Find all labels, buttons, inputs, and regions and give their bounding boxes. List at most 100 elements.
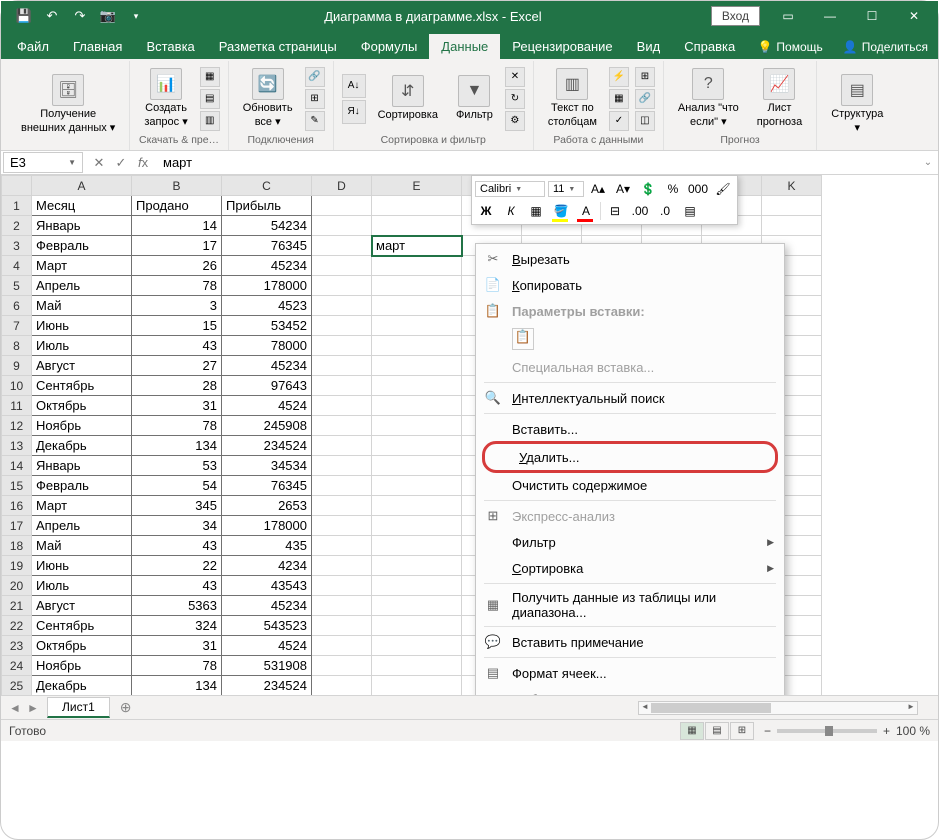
cell[interactable] <box>312 316 372 336</box>
forecast-sheet-button[interactable]: 📈Лист прогноза <box>751 66 808 130</box>
zoom-level[interactable]: 100 % <box>896 724 930 738</box>
cell[interactable]: Сентябрь <box>32 616 132 636</box>
cell[interactable] <box>312 656 372 676</box>
zoom-slider[interactable] <box>777 729 877 733</box>
row-header[interactable]: 2 <box>2 216 32 236</box>
cell[interactable] <box>312 196 372 216</box>
cell[interactable]: Август <box>32 596 132 616</box>
cell[interactable] <box>312 676 372 696</box>
show-queries-button[interactable]: ▦ <box>200 67 220 87</box>
cell[interactable]: Ноябрь <box>32 656 132 676</box>
row-header[interactable]: 22 <box>2 616 32 636</box>
row-header[interactable]: 23 <box>2 636 32 656</box>
ctx-copy[interactable]: 📄Копировать <box>478 272 782 298</box>
cell[interactable]: 45234 <box>222 596 312 616</box>
cell[interactable] <box>372 336 462 356</box>
cell[interactable]: Март <box>32 256 132 276</box>
cell[interactable]: 28 <box>132 376 222 396</box>
filter-button[interactable]: ▼Фильтр <box>450 73 499 124</box>
cell[interactable]: Октябрь <box>32 636 132 656</box>
cell[interactable]: Июнь <box>32 556 132 576</box>
cell[interactable]: 97643 <box>222 376 312 396</box>
cell[interactable] <box>372 216 462 236</box>
row-header[interactable]: 5 <box>2 276 32 296</box>
text-to-columns-button[interactable]: ▥Текст по столбцам <box>542 66 603 130</box>
cell[interactable]: 4234 <box>222 556 312 576</box>
cell[interactable]: Май <box>32 536 132 556</box>
cell[interactable] <box>312 496 372 516</box>
cell[interactable]: 345 <box>132 496 222 516</box>
comma-icon[interactable]: 000 <box>687 179 709 199</box>
cell[interactable]: Продано <box>132 196 222 216</box>
tab-insert[interactable]: Вставка <box>134 34 206 59</box>
cell[interactable]: 178000 <box>222 516 312 536</box>
tab-home[interactable]: Главная <box>61 34 134 59</box>
data-validation-button[interactable]: ✓ <box>609 111 629 131</box>
percent-icon[interactable]: % <box>662 179 684 199</box>
row-header[interactable]: 10 <box>2 376 32 396</box>
row-header[interactable]: 24 <box>2 656 32 676</box>
row-header[interactable]: 15 <box>2 476 32 496</box>
cell[interactable] <box>312 636 372 656</box>
cell[interactable] <box>312 576 372 596</box>
row-header[interactable]: 20 <box>2 576 32 596</box>
cell[interactable] <box>312 616 372 636</box>
cell[interactable]: Декабрь <box>32 436 132 456</box>
cell[interactable]: 531908 <box>222 656 312 676</box>
row-header[interactable]: 8 <box>2 336 32 356</box>
login-button[interactable]: Вход <box>711 6 760 26</box>
ctx-delete[interactable]: Удалить... <box>482 441 778 473</box>
cell[interactable]: 234524 <box>222 436 312 456</box>
cell[interactable]: Май <box>32 296 132 316</box>
row-header[interactable]: 18 <box>2 536 32 556</box>
row-header[interactable]: 12 <box>2 416 32 436</box>
cell[interactable] <box>372 196 462 216</box>
row-header[interactable]: 21 <box>2 596 32 616</box>
cell[interactable] <box>312 296 372 316</box>
cell[interactable] <box>312 436 372 456</box>
cell[interactable]: 4523 <box>222 296 312 316</box>
minimize-icon[interactable]: — <box>810 1 850 31</box>
remove-duplicates-button[interactable]: ▦ <box>609 89 629 109</box>
cell[interactable]: Август <box>32 356 132 376</box>
row-header[interactable]: 13 <box>2 436 32 456</box>
col-header[interactable]: E <box>372 176 462 196</box>
expand-formula-bar-icon[interactable]: ⌄ <box>918 157 938 168</box>
cell[interactable] <box>372 556 462 576</box>
flash-fill-button[interactable]: ⚡ <box>609 67 629 87</box>
cell[interactable]: 234524 <box>222 676 312 696</box>
cell[interactable]: 27 <box>132 356 222 376</box>
outline-button[interactable]: ▤Структура ▾ <box>825 72 889 136</box>
cell[interactable]: 26 <box>132 256 222 276</box>
redo-icon[interactable]: ↷ <box>67 3 93 29</box>
select-all-cell[interactable] <box>2 176 32 196</box>
increase-font-icon[interactable]: A▴ <box>587 179 609 199</box>
cell[interactable] <box>372 476 462 496</box>
cell[interactable] <box>372 456 462 476</box>
relationships-button[interactable]: 🔗 <box>635 89 655 109</box>
ctx-clear[interactable]: Очистить содержимое <box>478 472 782 498</box>
row-header[interactable]: 14 <box>2 456 32 476</box>
cell[interactable] <box>312 376 372 396</box>
col-header[interactable]: D <box>312 176 372 196</box>
horizontal-scrollbar[interactable]: ◄► <box>638 701 918 715</box>
cell[interactable]: 245908 <box>222 416 312 436</box>
cell[interactable]: 324 <box>132 616 222 636</box>
cell[interactable]: 435 <box>222 536 312 556</box>
cell[interactable] <box>312 536 372 556</box>
cell[interactable] <box>372 376 462 396</box>
cell[interactable] <box>372 436 462 456</box>
cell[interactable] <box>372 276 462 296</box>
cell[interactable]: 54234 <box>222 216 312 236</box>
decrease-decimal-icon[interactable]: .0 <box>654 201 676 221</box>
cell[interactable]: 134 <box>132 676 222 696</box>
cancel-formula-icon[interactable]: ✕ <box>89 155 109 171</box>
cell[interactable]: Июль <box>32 336 132 356</box>
cell[interactable]: Июль <box>32 576 132 596</box>
cell[interactable] <box>372 256 462 276</box>
cell[interactable]: Декабрь <box>32 676 132 696</box>
cell[interactable]: 22 <box>132 556 222 576</box>
sort-az-icon[interactable]: A↓ <box>342 74 366 98</box>
cell[interactable]: Месяц <box>32 196 132 216</box>
clear-filter-button[interactable]: ✕ <box>505 67 525 87</box>
